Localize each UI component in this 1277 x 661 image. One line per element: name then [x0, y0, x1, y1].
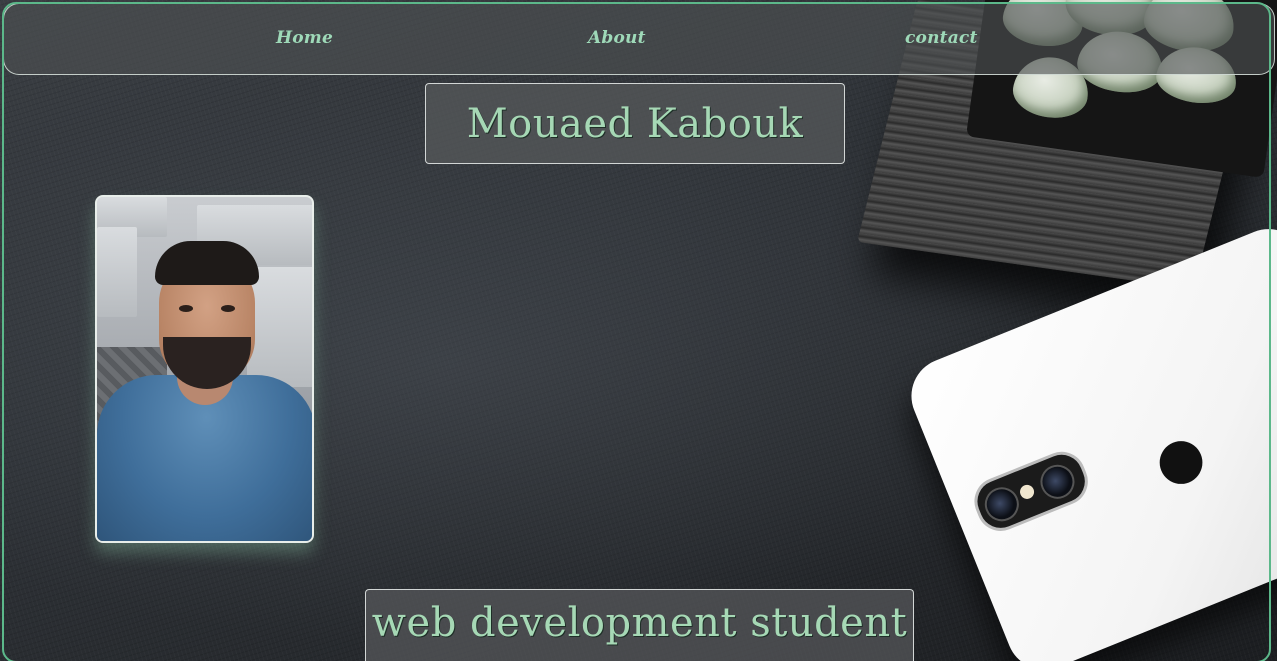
nav-link-about[interactable]: About [588, 28, 646, 48]
subtitle: web development student [371, 600, 908, 646]
navbar: Home About contact [3, 3, 1275, 75]
profile-photo [95, 195, 314, 543]
name-heading-box: Mouaed Kabouk [425, 83, 845, 164]
subtitle-box: web development student [365, 589, 914, 661]
nav-link-home[interactable]: Home [276, 28, 333, 48]
nav-link-contact[interactable]: contact [905, 28, 978, 48]
page-background: ● Home About contact Mouaed Kabouk web d… [0, 0, 1277, 661]
phone-camera [967, 444, 1096, 539]
page-title: Mouaed Kabouk [466, 100, 804, 147]
apple-logo-icon: ● [1156, 425, 1206, 491]
